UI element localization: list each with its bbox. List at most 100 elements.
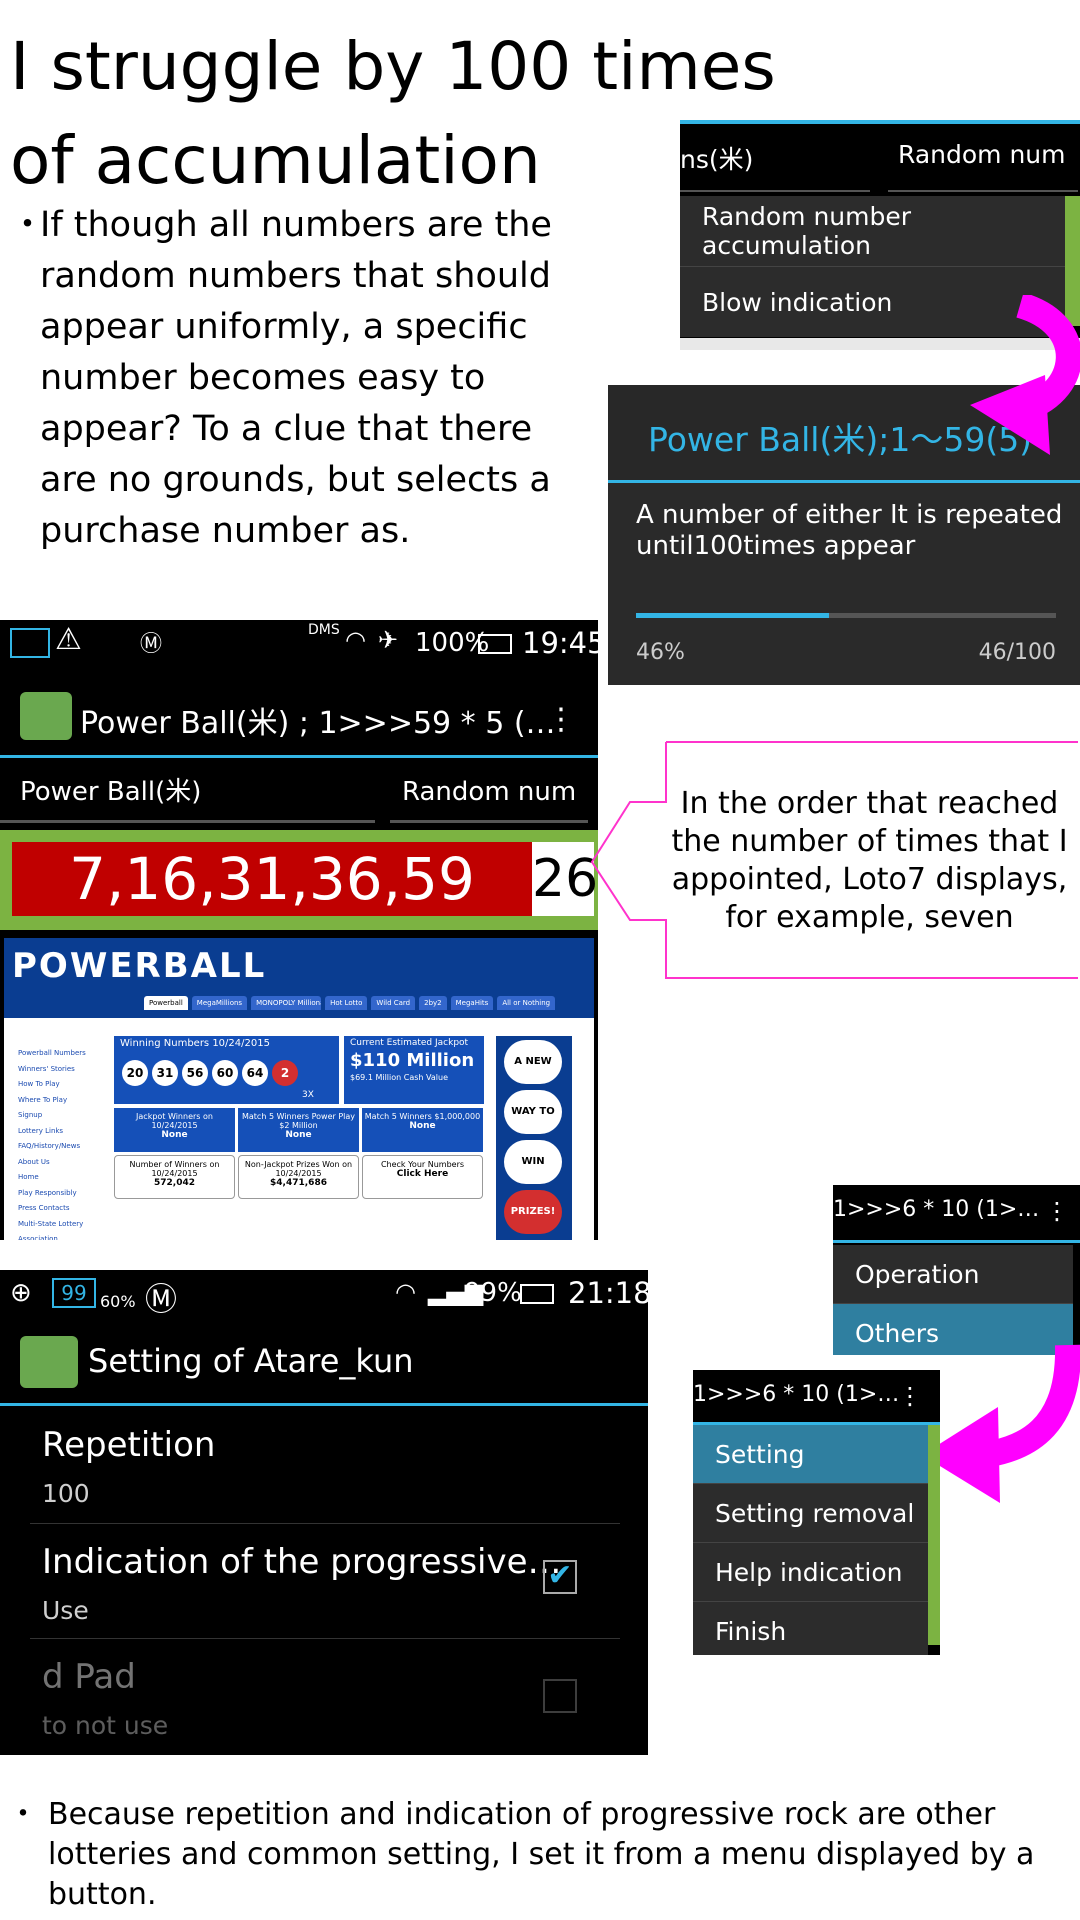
stat-label: Number of Winners on 10/24/2015 xyxy=(129,1160,220,1178)
checkbox-unchecked-icon[interactable] xyxy=(543,1679,577,1713)
menu-item-random-accumulation[interactable]: Random number accumulation xyxy=(680,196,1065,267)
settings-screenshot: ⊕ 99 60% Ⓜ ◠ ▂▄▆ 99% 21:18 Setting of At… xyxy=(0,1270,648,1755)
bullet-mark: ・ xyxy=(8,1797,38,1832)
stat-value: $4,471,686 xyxy=(270,1178,327,1188)
web-tab[interactable]: Powerball xyxy=(144,996,188,1010)
stat-label: Jackpot Winners on 10/24/2015 xyxy=(136,1112,213,1130)
winning-balls: 20 31 56 60 64 2 xyxy=(122,1060,298,1086)
menu1-spinner-left[interactable]: ns(米) xyxy=(680,140,753,176)
promo-ball: WIN xyxy=(504,1140,562,1184)
menu2-screenshot: 1>>>6 * 10 (1>… ⋮ Operation Others xyxy=(833,1185,1080,1355)
shield-icon: Ⓜ xyxy=(145,1280,178,1318)
checkbox-checked-icon[interactable]: ✔ xyxy=(543,1560,577,1594)
setting-title: d Pad xyxy=(42,1657,136,1697)
app-icon xyxy=(20,1336,78,1388)
status-bar: ⚠ Ⓜ DMS ◠ ✈ 100% 19:45 xyxy=(0,620,598,670)
stat-cell: Match 5 Winners Power Play $2 Million Non… xyxy=(238,1108,359,1152)
stat-cell[interactable]: Check Your Numbers Click Here xyxy=(362,1155,483,1199)
warning-icon: ⚠ xyxy=(55,622,82,657)
callout-text: In the order that reached the number of … xyxy=(671,786,1068,935)
web-side-link[interactable]: Where To Play xyxy=(18,1093,113,1109)
bullet-mark: ・ xyxy=(10,205,46,245)
menu-item-setting[interactable]: Setting xyxy=(693,1425,928,1484)
battery-percent: 99% xyxy=(464,1278,522,1308)
app-title: Power Ball(米) ; 1>>>59 * 5 (… xyxy=(80,706,556,741)
stat-value: 572,042 xyxy=(154,1178,195,1188)
overflow-menu-icon[interactable]: ⋮ xyxy=(898,1382,922,1410)
web-side-link[interactable]: Multi-State Lottery Association xyxy=(18,1217,113,1241)
badge-icon: 99 xyxy=(52,1278,96,1308)
jackpot-amount: $110 Million xyxy=(350,1050,475,1071)
web-tab[interactable]: MegaHits xyxy=(450,996,494,1010)
overflow-menu-icon[interactable]: ⋮ xyxy=(546,702,576,737)
web-side-links: Powerball Numbers Winners' Stories How To … xyxy=(18,1046,113,1240)
web-side-link[interactable]: Press Contacts xyxy=(18,1201,113,1217)
web-view[interactable]: POWERBALL Powerball MegaMillions MONOPOLY … xyxy=(4,938,594,1240)
menu2-title: 1>>>6 * 10 (1>… xyxy=(833,1197,1040,1222)
progress-track xyxy=(636,613,1056,618)
menu1-spinner-right[interactable]: Random num xyxy=(898,140,1066,169)
web-side-link[interactable]: About Us xyxy=(18,1155,113,1171)
mode-spinner[interactable]: Random num xyxy=(402,762,576,822)
lottery-spinner[interactable]: Power Ball(米) xyxy=(20,762,201,822)
web-side-link[interactable]: Lottery Links xyxy=(18,1124,113,1140)
web-side-link[interactable]: Home xyxy=(18,1170,113,1186)
weather-percent: 60% xyxy=(100,1292,136,1311)
web-side-link[interactable]: Play Responsibly xyxy=(18,1186,113,1202)
intro-paragraph: ・ If though all numbers are the random n… xyxy=(10,200,570,557)
winning-header: Winning Numbers 10/24/2015 xyxy=(120,1038,270,1049)
wifi-icon: ◠ xyxy=(345,626,366,654)
stat-value: None xyxy=(285,1130,312,1140)
menu-item-setting-removal[interactable]: Setting removal xyxy=(693,1484,928,1543)
curved-arrow-icon xyxy=(922,1344,1080,1503)
web-tab[interactable]: Hot Lotto xyxy=(325,996,368,1010)
status-bar: ⊕ 99 60% Ⓜ ◠ ▂▄▆ 99% 21:18 xyxy=(0,1270,648,1320)
overflow-menu-icon[interactable]: ⋮ xyxy=(1045,1197,1069,1225)
web-side-link[interactable]: Powerball Numbers xyxy=(18,1046,113,1062)
shield-icon: Ⓜ xyxy=(140,632,163,657)
stat-label: Non-Jackpot Prizes Won on 10/24/2015 xyxy=(244,1160,353,1178)
stat-label: Match 5 Winners $1,000,000 xyxy=(364,1112,481,1121)
progress-count: 46/100 xyxy=(978,640,1056,665)
progress-fill xyxy=(636,613,830,618)
web-side-link[interactable]: Winners' Stories xyxy=(18,1062,113,1078)
powerball-ball: 2 xyxy=(272,1060,298,1086)
web-tab[interactable]: MegaMillions xyxy=(191,996,248,1010)
white-ball: 20 xyxy=(122,1060,148,1086)
web-tab[interactable]: Wild Card xyxy=(371,996,416,1010)
multiplier: 3X xyxy=(302,1090,314,1100)
promo-ball: PRIZES! xyxy=(504,1190,562,1234)
web-side-link[interactable]: Signup xyxy=(18,1108,113,1124)
footer-text: Because repetition and indication of pro… xyxy=(48,1797,1035,1912)
web-side-link[interactable]: FAQ/History/News xyxy=(18,1139,113,1155)
wifi-icon: ◠ xyxy=(395,1278,416,1306)
web-side-link[interactable]: How To Play xyxy=(18,1077,113,1093)
main-app-screenshot: ⚠ Ⓜ DMS ◠ ✈ 100% 19:45 Power Ball(米) ; 1… xyxy=(0,620,598,1240)
stat-label: Check Your Numbers xyxy=(380,1160,465,1169)
stat-value: None xyxy=(409,1121,436,1131)
stat-cell: Match 5 Winners $1,000,000 None xyxy=(362,1108,483,1152)
setting-value: to not use xyxy=(42,1711,169,1740)
battery-icon xyxy=(478,634,512,654)
white-ball: 31 xyxy=(152,1060,178,1086)
promo-ball: WAY TO xyxy=(504,1090,562,1134)
curved-arrow-icon xyxy=(970,295,1080,455)
web-tab[interactable]: All or Nothing xyxy=(497,996,556,1010)
stat-label: Match 5 Winners Power Play $2 Million xyxy=(241,1112,356,1130)
web-tab[interactable]: MONOPOLY Millionaires' Club xyxy=(251,996,322,1010)
web-tab[interactable]: 2by2 xyxy=(419,996,447,1010)
white-ball: 64 xyxy=(242,1060,268,1086)
promo-ball: A NEW xyxy=(504,1040,562,1084)
progress-percent: 46% xyxy=(636,640,685,665)
dms-label: DMS xyxy=(308,622,340,638)
menu-item-finish[interactable]: Finish xyxy=(693,1602,928,1655)
white-ball: 60 xyxy=(212,1060,238,1086)
status-time: 19:45 xyxy=(522,626,598,660)
menu3-screenshot: 1>>>6 * 10 (1>… ⋮ Setting Setting remova… xyxy=(693,1370,940,1655)
stat-value: Click Here xyxy=(396,1169,449,1179)
battery-icon xyxy=(520,1284,554,1304)
stat-cell: Number of Winners on 10/24/2015 572,042 xyxy=(114,1155,235,1199)
menu-item-help-indication[interactable]: Help indication xyxy=(693,1543,928,1602)
settings-title: Setting of Atare_kun xyxy=(88,1342,414,1380)
menu-item-operation[interactable]: Operation xyxy=(833,1245,1073,1304)
